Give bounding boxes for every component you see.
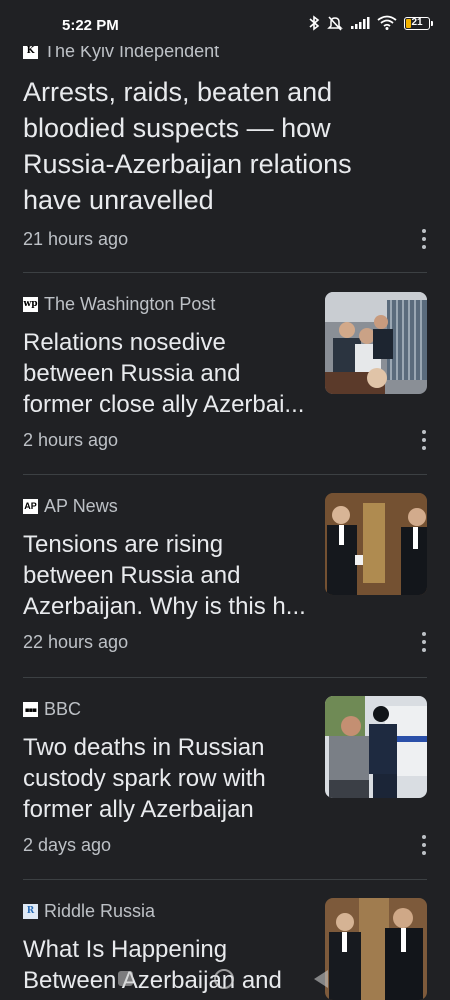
divider [23, 272, 427, 273]
divider [23, 677, 427, 678]
more-options-icon[interactable] [421, 632, 427, 652]
battery-icon: 21 [404, 16, 433, 30]
article-card[interactable]: AP AP News Tensions are rising between R… [23, 493, 427, 652]
article-headline[interactable]: Arrests, raids, beaten and bloodied susp… [23, 74, 403, 218]
wifi-icon [377, 15, 397, 30]
source-name: BBC [44, 698, 82, 719]
divider [23, 474, 427, 475]
article-meta: 2 hours ago [23, 428, 427, 454]
navigation-bar [0, 966, 450, 1000]
status-bar: 5:22 PM 21 [0, 0, 450, 46]
more-options-icon[interactable] [421, 430, 427, 450]
bluetooth-icon [309, 15, 320, 31]
more-options-icon[interactable] [421, 835, 427, 855]
bbc-logo-icon: ▪▪▪ [23, 701, 38, 717]
article-card[interactable]: ▪▪▪ BBC Two deaths in Russian custody sp… [23, 696, 427, 855]
article-headline[interactable]: Tensions are rising between Russia and A… [23, 529, 315, 622]
article-time: 21 hours ago [23, 229, 129, 249]
article-card[interactable]: wp The Washington Post Relations nosediv… [23, 292, 427, 450]
divider [23, 879, 427, 880]
home-button[interactable] [214, 969, 234, 989]
article-meta: 22 hours ago [23, 630, 427, 656]
article-time: 2 hours ago [23, 430, 119, 450]
article-headline[interactable]: Two deaths in Russian custody spark row … [23, 732, 315, 825]
article-time: 2 days ago [23, 835, 112, 855]
back-button[interactable] [314, 970, 328, 988]
news-feed: K The Kyiv Independent Arrests, raids, b… [0, 0, 450, 1000]
source-name: AP News [44, 495, 118, 516]
article-time: 22 hours ago [23, 632, 129, 652]
ap-news-logo-icon: AP [23, 498, 38, 514]
article-headline[interactable]: Relations nosedive between Russia and fo… [23, 327, 315, 420]
status-time: 5:22 PM [62, 17, 119, 34]
recent-apps-button[interactable] [118, 971, 133, 986]
article-thumbnail[interactable] [325, 696, 427, 798]
battery-level: 21 [411, 16, 423, 28]
riddle-russia-logo-icon: R [23, 903, 38, 919]
article-thumbnail[interactable] [325, 292, 427, 394]
article-thumbnail[interactable] [325, 493, 427, 595]
more-options-icon[interactable] [421, 229, 427, 249]
article-meta: 21 hours ago [23, 227, 427, 253]
source-name: The Washington Post [44, 293, 216, 314]
article-meta: 2 days ago [23, 833, 427, 859]
article-card[interactable]: K The Kyiv Independent Arrests, raids, b… [23, 40, 427, 249]
signal-icon [351, 17, 370, 29]
status-icons: 21 [308, 15, 433, 31]
mute-icon [327, 16, 343, 31]
washington-post-logo-icon: wp [23, 296, 38, 312]
source-name: Riddle Russia [44, 900, 156, 921]
